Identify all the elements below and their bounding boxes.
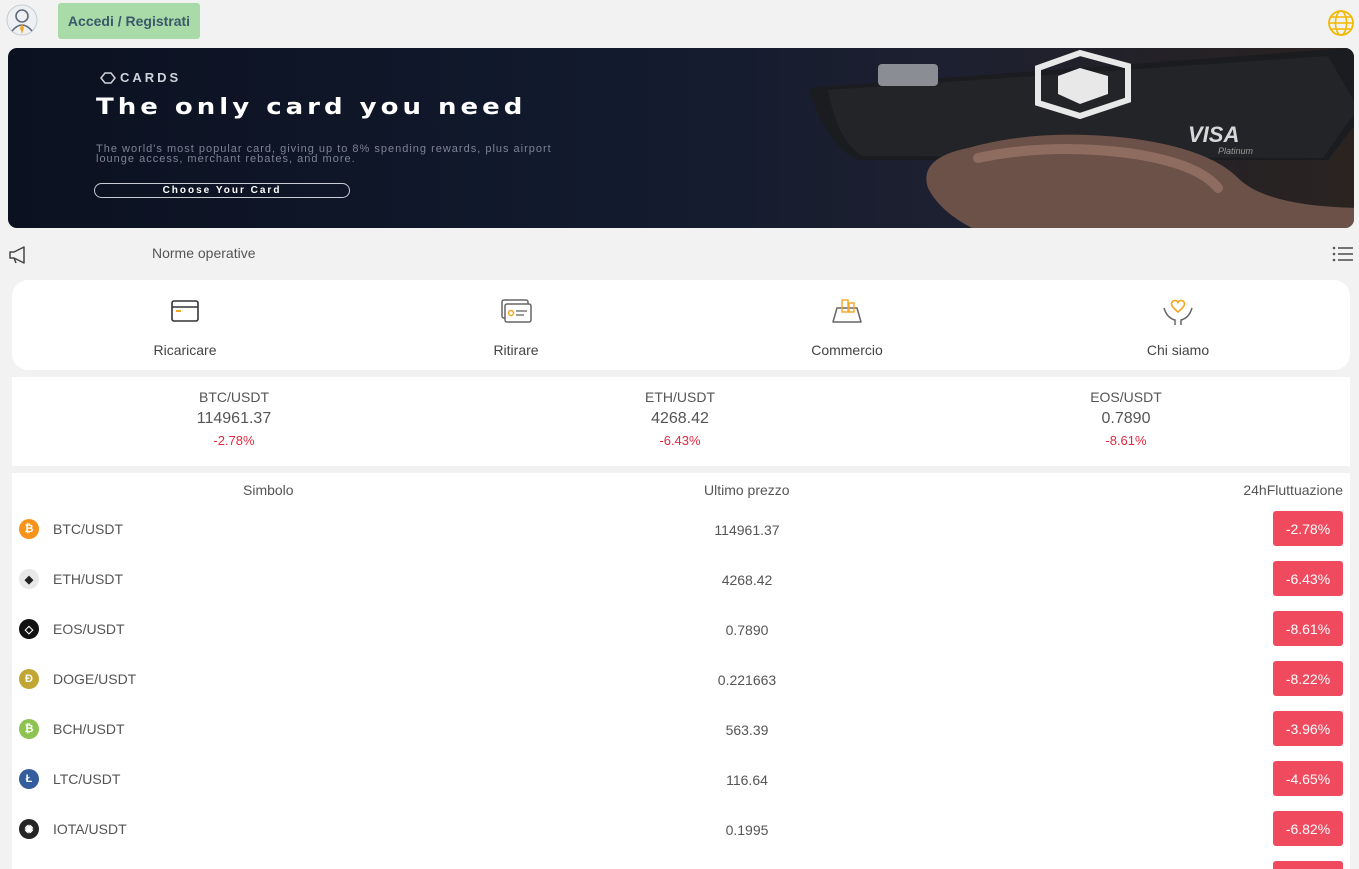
ticker-price: 4268.42	[651, 410, 709, 427]
quick-action-label: Commercio	[811, 342, 883, 358]
row-price: 563.39	[725, 722, 769, 738]
row-symbol: BCH/USDT	[53, 721, 125, 737]
row-price: 114961.37	[714, 522, 780, 538]
table-row-partial[interactable]	[12, 861, 1350, 869]
ticker-btc[interactable]: BTC/USDT 114961.37 -2.78%	[84, 389, 384, 448]
table-row[interactable]: ₿ BTC/USDT 114961.37 -2.78%	[12, 511, 1350, 561]
hand-image	[926, 134, 1354, 228]
row-change-badge: -4.65%	[1273, 761, 1343, 796]
ticker-pair: ETH/USDT	[645, 389, 715, 405]
ticker-change: -2.78%	[213, 433, 255, 448]
promo-banner[interactable]: VISA Platinum CARDS The only card you ne…	[8, 48, 1354, 228]
language-globe-icon[interactable]	[1327, 9, 1355, 37]
column-header-last-price: Ultimo prezzo	[704, 482, 790, 498]
ticker-pair: EOS/USDT	[1090, 389, 1162, 405]
row-symbol: DOGE/USDT	[53, 671, 137, 687]
quick-action-label: Chi siamo	[1146, 342, 1210, 358]
ticker-price: 0.7890	[1101, 410, 1151, 427]
row-price: 0.7890	[725, 622, 769, 638]
btc-coin-icon: ₿	[19, 519, 39, 539]
table-row[interactable]: ◇ EOS/USDT 0.7890 -8.61%	[12, 611, 1350, 661]
ltc-coin-icon: Ł	[19, 769, 39, 789]
list-menu-icon[interactable]	[1332, 245, 1354, 263]
row-price: 116.64	[726, 772, 768, 788]
row-symbol: BTC/USDT	[53, 521, 123, 537]
row-symbol: ETH/USDT	[53, 571, 123, 587]
ticker-change: -6.43%	[659, 433, 701, 448]
ticker-eos[interactable]: EOS/USDT 0.7890 -8.61%	[976, 389, 1276, 448]
quick-actions: Ricaricare Ritirare Commercio Chi siamo	[12, 280, 1350, 370]
row-symbol: IOTA/USDT	[53, 821, 127, 837]
table-row[interactable]: Ð DOGE/USDT 0.221663 -8.22%	[12, 661, 1350, 711]
quick-action-commercio[interactable]: Commercio	[680, 280, 1014, 370]
notice-text[interactable]: Norme operative	[152, 245, 256, 261]
iota-coin-icon: ✺	[19, 819, 39, 839]
login-register-button[interactable]: Accedi / Registrati	[58, 3, 200, 39]
ticker-price: 114961.37	[196, 410, 272, 427]
row-price: 4268.42	[721, 572, 773, 588]
bch-coin-icon: ₿	[19, 719, 39, 739]
table-row[interactable]: ✺ IOTA/USDT 0.1995 -6.82%	[12, 811, 1350, 861]
row-change-badge: -6.82%	[1273, 811, 1343, 846]
eos-coin-icon: ◇	[19, 619, 39, 639]
row-price: 0.1995	[725, 822, 769, 838]
quick-action-ritirare[interactable]: Ritirare	[349, 280, 683, 370]
column-header-change: 24hFluttuazione	[1243, 482, 1343, 498]
row-symbol: EOS/USDT	[53, 621, 125, 637]
trade-icon	[832, 299, 862, 323]
withdraw-icon	[501, 299, 532, 323]
market-table: Simbolo Ultimo prezzo 24hFluttuazione ₿ …	[12, 473, 1350, 869]
ticker-eth[interactable]: ETH/USDT 4268.42 -6.43%	[530, 389, 830, 448]
table-row[interactable]: ◆ ETH/USDT 4268.42 -6.43%	[12, 561, 1350, 611]
row-change-badge: -6.43%	[1273, 561, 1343, 596]
banner-brand: CARDS	[120, 70, 182, 85]
row-change-badge: -8.61%	[1273, 611, 1343, 646]
row-change-badge: -2.78%	[1273, 511, 1343, 546]
ticker-pair: BTC/USDT	[199, 389, 269, 405]
row-change-badge: -3.96%	[1273, 711, 1343, 746]
quick-action-ricaricare[interactable]: Ricaricare	[18, 280, 352, 370]
brand-logo-icon	[100, 72, 116, 84]
top-bar: Accedi / Registrati	[0, 0, 1359, 44]
table-row[interactable]: ₿ BCH/USDT 563.39 -3.96%	[12, 711, 1350, 761]
doge-coin-icon: Ð	[19, 669, 39, 689]
notice-bar: Norme operative	[0, 238, 1359, 270]
eth-coin-icon: ◆	[19, 569, 39, 589]
ticker-change: -8.61%	[1105, 433, 1147, 448]
banner-headline: The only card you need	[96, 94, 527, 121]
ticker-strip: BTC/USDT 114961.37 -2.78% ETH/USDT 4268.…	[12, 377, 1350, 466]
table-row[interactable]: Ł LTC/USDT 116.64 -4.65%	[12, 761, 1350, 811]
quick-action-label: Ritirare	[493, 342, 539, 358]
choose-card-button[interactable]: Choose Your Card	[94, 183, 350, 198]
quick-action-chi-siamo[interactable]: Chi siamo	[1011, 280, 1345, 370]
quick-action-label: Ricaricare	[153, 342, 217, 358]
column-header-symbol: Simbolo	[243, 482, 294, 498]
megaphone-icon	[9, 246, 25, 264]
row-price: 0.221663	[717, 672, 777, 688]
row-change-badge	[1273, 861, 1343, 869]
row-change-badge: -8.22%	[1273, 661, 1343, 696]
user-avatar-icon[interactable]	[6, 4, 38, 36]
banner-subtitle: The world's most popular card, giving up…	[96, 143, 552, 165]
row-symbol: LTC/USDT	[53, 771, 121, 787]
about-heart-icon	[1163, 299, 1193, 325]
card-icon	[171, 300, 199, 322]
